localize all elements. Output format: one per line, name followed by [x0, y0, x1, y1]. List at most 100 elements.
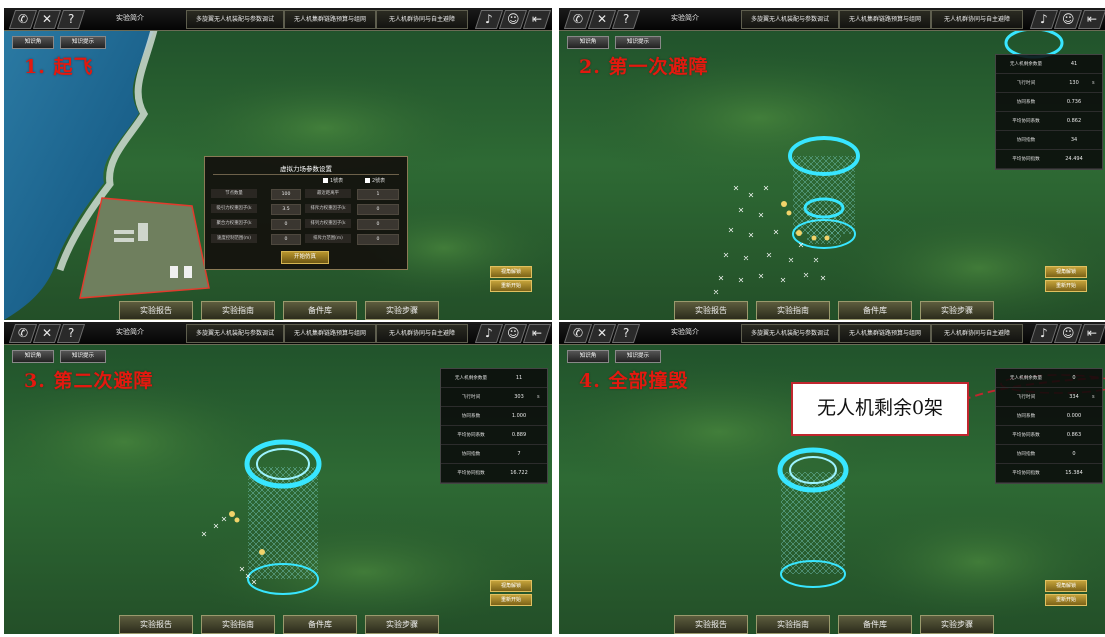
- parts-button[interactable]: 备件库: [838, 301, 912, 320]
- tab-obstacle-avoidance[interactable]: 无人机群协同与自主避障: [931, 10, 1023, 29]
- param-value-field[interactable]: 100: [271, 189, 301, 200]
- dialog-title: 虚拟力场参数设置: [280, 165, 332, 173]
- stat-label: 平均协同系数: [1012, 119, 1040, 124]
- param-value-field[interactable]: 0: [357, 204, 399, 215]
- parts-button[interactable]: 备件库: [283, 301, 357, 320]
- tab-link-budget[interactable]: 无人机集群链路预算与组网: [284, 10, 376, 29]
- tab-assembly[interactable]: 多旋翼无人机装配与参数调试: [186, 324, 284, 343]
- stat-value: 16.722: [510, 470, 528, 476]
- guide-button[interactable]: 实验指南: [756, 615, 830, 634]
- tab-link-budget[interactable]: 无人机集群链路预算与组网: [839, 10, 931, 29]
- stats-row: 平均协同指数 15.384: [996, 464, 1102, 483]
- stats-row: 协同系数 0.736: [996, 93, 1102, 112]
- top-toolbar: ✆ ✕? 实验简介 多旋翼无人机装配与参数调试 无人机集群链路预算与组网 无人机群协同与自…: [4, 8, 552, 31]
- tab-intro[interactable]: 实验简介: [100, 10, 160, 27]
- knowledge-corner-button[interactable]: 知识角: [12, 36, 54, 49]
- help-icon[interactable]: ?: [611, 10, 641, 29]
- knowledge-hint-button[interactable]: 知识提示: [615, 350, 661, 363]
- remaining-drones-callout: 无人机剩余0架: [791, 382, 969, 436]
- tab-obstacle-avoidance[interactable]: 无人机群协同与自主避障: [376, 10, 468, 29]
- tab-assembly[interactable]: 多旋翼无人机装配与参数调试: [186, 10, 284, 29]
- stat-value: 34: [1070, 137, 1078, 143]
- report-button[interactable]: 实验报告: [119, 615, 193, 634]
- exit-icon[interactable]: ⇤: [522, 10, 552, 29]
- tab-intro[interactable]: 实验简介: [655, 324, 715, 341]
- exit-icon[interactable]: ⇤: [1077, 10, 1105, 29]
- tab-obstacle-avoidance[interactable]: 无人机群协同与自主避障: [931, 324, 1023, 343]
- stat-label: 无人机剩余数量: [454, 376, 488, 381]
- start-simulation-button[interactable]: 开始仿真: [281, 251, 329, 264]
- restart-button[interactable]: 重新开始: [1045, 280, 1087, 292]
- help-icon[interactable]: ?: [56, 10, 86, 29]
- stats-panel: 无人机剩余数量 41 飞行时间 130 s 协同系数 0.736 平均协同系数 0.862 协同指…: [995, 54, 1103, 170]
- tab-link-budget[interactable]: 无人机集群链路预算与组网: [284, 324, 376, 343]
- tab-obstacle-avoidance[interactable]: 无人机群协同与自主避障: [376, 324, 468, 343]
- stats-row: 平均协同系数 0.863: [996, 426, 1102, 445]
- stat-unit: s: [537, 394, 540, 400]
- param-value-field[interactable]: 0: [271, 234, 301, 245]
- knowledge-hint-button[interactable]: 知识提示: [60, 350, 106, 363]
- stat-label: 平均协同指数: [1012, 157, 1040, 162]
- report-button[interactable]: 实验报告: [674, 301, 748, 320]
- guide-button[interactable]: 实验指南: [201, 301, 275, 320]
- restart-button[interactable]: 重新开始: [490, 280, 532, 292]
- guide-button[interactable]: 实验指南: [201, 615, 275, 634]
- checkbox-table1[interactable]: 1號表: [323, 177, 343, 184]
- checkbox-table2[interactable]: 2號表: [365, 177, 385, 184]
- knowledge-corner-button[interactable]: 知识角: [567, 350, 609, 363]
- stats-row: 无人机剩余数量 41: [996, 55, 1102, 74]
- param-label: 排斥力范围(m): [305, 234, 351, 243]
- knowledge-corner-button[interactable]: 知识角: [567, 36, 609, 49]
- restart-button[interactable]: 重新开始: [1045, 594, 1087, 606]
- knowledge-hint-button[interactable]: 知识提示: [615, 36, 661, 49]
- unlock-view-button[interactable]: 视角解锁: [490, 266, 532, 278]
- stat-label: 协同系数: [1016, 100, 1036, 105]
- tab-assembly[interactable]: 多旋翼无人机装配与参数调试: [741, 10, 839, 29]
- stat-value: 0.000: [1066, 413, 1082, 419]
- stat-label: 协同指数: [1016, 452, 1036, 457]
- dialog-divider: [213, 174, 399, 175]
- stats-row: 协同系数 1.000: [441, 407, 547, 426]
- top-toolbar: ✆ ✕? 实验简介 多旋翼无人机装配与参数调试 无人机集群链路预算与组网 无人机群协同与自…: [559, 8, 1105, 31]
- param-value-field[interactable]: 0: [357, 219, 399, 230]
- report-button[interactable]: 实验报告: [674, 615, 748, 634]
- steps-button[interactable]: 实验步骤: [365, 615, 439, 634]
- help-icon[interactable]: ?: [611, 324, 641, 343]
- step-label: 2. 第一次避障: [579, 56, 709, 78]
- stats-row: 无人机剩余数量 11: [441, 369, 547, 388]
- tab-assembly[interactable]: 多旋翼无人机装配与参数调试: [741, 324, 839, 343]
- steps-button[interactable]: 实验步骤: [920, 615, 994, 634]
- unlock-view-button[interactable]: 视角解锁: [1045, 266, 1087, 278]
- stat-label: 协同指数: [461, 452, 481, 457]
- param-value-field[interactable]: 1: [357, 189, 399, 200]
- parts-button[interactable]: 备件库: [838, 615, 912, 634]
- tab-intro[interactable]: 实验简介: [100, 324, 160, 341]
- stats-row: 平均协同指数 16.722: [441, 464, 547, 483]
- unlock-view-button[interactable]: 视角解锁: [490, 580, 532, 592]
- tab-link-budget[interactable]: 无人机集群链路预算与组网: [839, 324, 931, 343]
- stat-value: 303: [514, 394, 524, 400]
- force-field-dialog: 虚拟力场参数设置 1號表 2號表 节点数量 100 最近距离平 1 吸引力权重因子(k 3.5 排…: [204, 156, 408, 270]
- restart-button[interactable]: 重新开始: [490, 594, 532, 606]
- stat-value: 0: [1072, 451, 1076, 457]
- param-value-field[interactable]: 0: [271, 219, 301, 230]
- steps-button[interactable]: 实验步骤: [920, 301, 994, 320]
- guide-button[interactable]: 实验指南: [756, 301, 830, 320]
- stat-value: 41: [1070, 61, 1078, 67]
- param-value-field[interactable]: 3.5: [271, 204, 301, 215]
- steps-button[interactable]: 实验步骤: [365, 301, 439, 320]
- stat-unit: s: [1092, 394, 1095, 400]
- parts-button[interactable]: 备件库: [283, 615, 357, 634]
- panel-second-avoid: ✆ ✕? 实验简介 多旋翼无人机装配与参数调试 无人机集群链路预算与组网 无人机群协同与自…: [4, 322, 552, 634]
- tab-intro[interactable]: 实验简介: [655, 10, 715, 27]
- help-icon[interactable]: ?: [56, 324, 86, 343]
- param-value-field[interactable]: 0: [357, 234, 399, 245]
- knowledge-hint-button[interactable]: 知识提示: [60, 36, 106, 49]
- exit-icon[interactable]: ⇤: [1077, 324, 1105, 343]
- stat-value: 334: [1069, 394, 1079, 400]
- knowledge-corner-button[interactable]: 知识角: [12, 350, 54, 363]
- unlock-view-button[interactable]: 视角解锁: [1045, 580, 1087, 592]
- report-button[interactable]: 实验报告: [119, 301, 193, 320]
- exit-icon[interactable]: ⇤: [522, 324, 552, 343]
- stat-value: 0.862: [1066, 118, 1082, 124]
